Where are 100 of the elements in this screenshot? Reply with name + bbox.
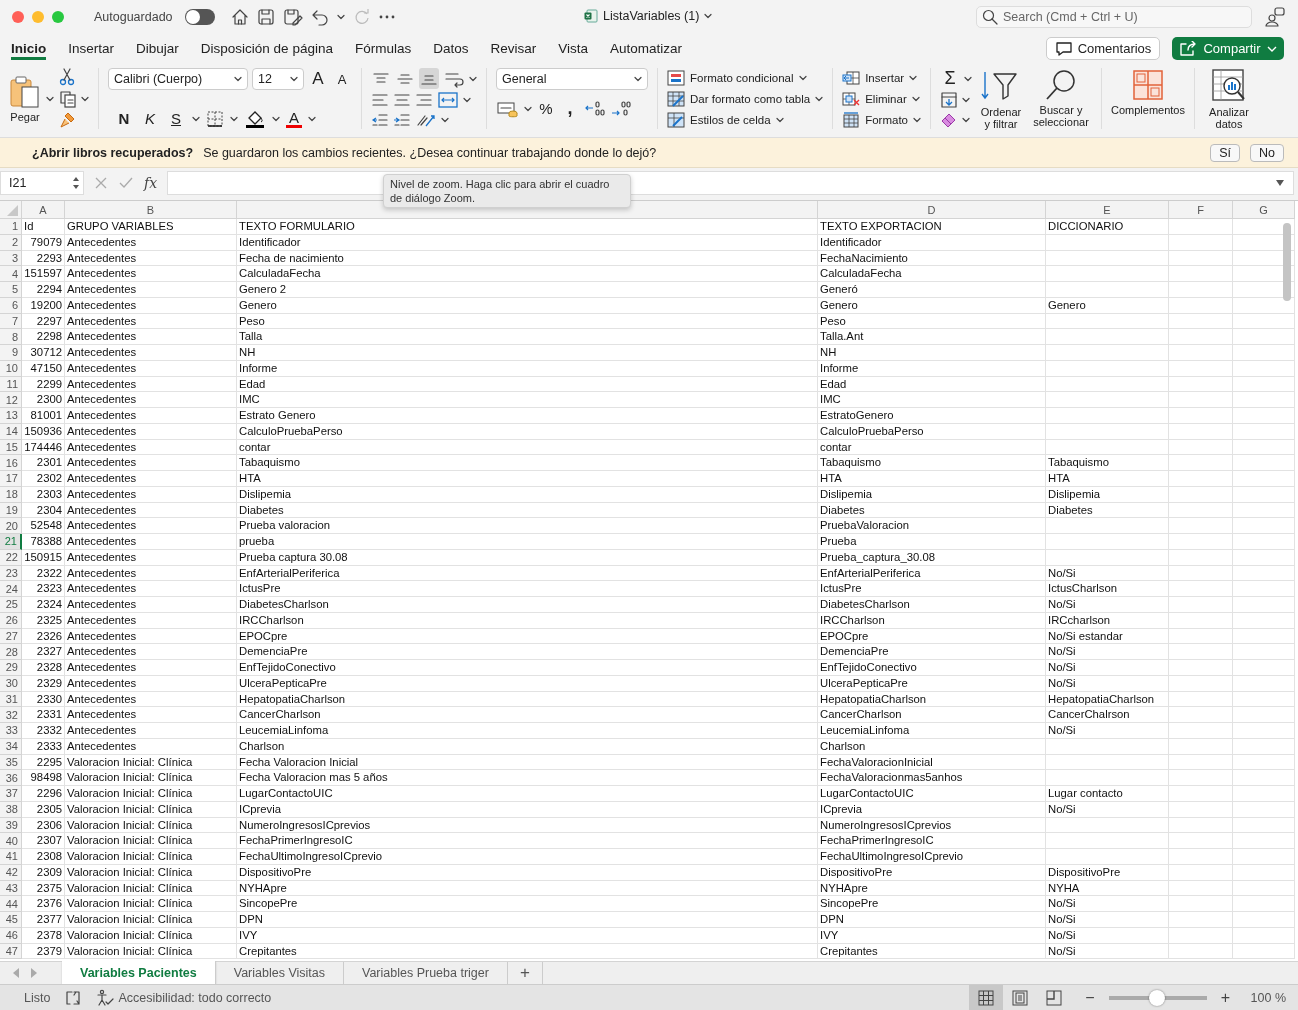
table-cell: ICprevia [818,801,1046,818]
table-cell: FechaPrimerIngresoIC [237,833,818,849]
row-header[interactable]: 21 [0,534,22,550]
row-header[interactable]: 32 [0,707,22,723]
ribbon-tab[interactable]: Datos [433,34,469,60]
font-name-dropdown[interactable]: Calibri (Cuerpo) [108,68,248,90]
row-header[interactable]: 17 [0,471,22,487]
row-header[interactable]: 44 [0,896,22,912]
ribbon-tab[interactable]: Revisar [490,34,537,60]
row-header[interactable]: 20 [0,518,22,534]
sheet-tab[interactable]: Variables Pacientes [62,961,216,984]
zoom-out-button[interactable]: − [1085,989,1095,1007]
cells-menu-button[interactable]: Formato [865,113,908,126]
table-cell: IVY [818,927,1046,944]
empty-cell [1169,817,1233,834]
cells-menu-button[interactable]: Insertar [865,71,905,84]
row-header[interactable]: 25 [0,597,22,613]
zoom-button[interactable] [52,11,64,23]
ribbon-tab[interactable]: Fórmulas [354,34,412,60]
row-header[interactable]: 24 [0,581,22,597]
column-header[interactable]: E [1046,201,1169,219]
name-box[interactable]: I21 [0,171,84,195]
scroll-left-icon[interactable] [12,967,20,979]
ribbon-tab[interactable]: Dibujar [136,34,179,60]
ribbon-tab[interactable]: Automatizar [610,34,683,60]
empty-cell [1233,770,1295,786]
thousands-button[interactable]: , [560,98,580,119]
add-ins-button[interactable]: Complementos [1111,68,1185,129]
grid-view-button[interactable] [969,985,1004,1010]
grow-font-button[interactable]: A [308,68,328,90]
table-cell: EnfTejidoConectivo [237,660,818,676]
row-header[interactable]: 28 [0,644,22,660]
row-header[interactable]: 29 [0,660,22,676]
font-size-dropdown[interactable]: 12 [252,68,304,90]
percent-button[interactable]: % [536,98,556,119]
row-header[interactable]: 41 [0,849,22,865]
row-header[interactable]: 45 [0,912,22,928]
zoom-level[interactable]: 100 % [1244,991,1298,1005]
bold-button[interactable]: N [114,108,134,129]
row-header[interactable]: 37 [0,786,22,802]
empty-cell [1169,612,1233,629]
ribbon-tab[interactable]: Disposición de página [200,34,333,60]
table-cell: 19200 [22,297,65,314]
empty-cell [1233,786,1295,802]
font-color-button[interactable]: A [286,109,302,128]
status-text: Listo [24,991,51,1005]
recovery-button[interactable]: Sí [1210,143,1240,162]
find-select-button[interactable]: Buscar y seleccionar [1030,68,1092,129]
comments-button[interactable]: Comentarios [1046,37,1160,60]
minimize-button[interactable] [32,11,44,23]
styles-menu-button[interactable]: Dar formato como tabla [690,92,811,105]
column-header[interactable]: G [1233,201,1295,219]
column-header[interactable]: B [65,201,237,219]
row-header[interactable]: 4 [0,266,22,282]
column-header[interactable]: D [818,201,1046,219]
zoom-in-button[interactable]: + [1220,989,1230,1007]
styles-menu-button[interactable]: Formato condicional [690,71,794,84]
row-header[interactable]: 1 [0,219,22,235]
row-header[interactable]: 8 [0,329,22,345]
scrollbar-thumb[interactable] [1283,223,1291,301]
row-header[interactable]: 33 [0,723,22,739]
caret-icon [909,73,918,82]
number-format-dropdown[interactable]: General [496,68,648,90]
column-header[interactable]: A [22,201,65,219]
accessibility-status[interactable]: Accesibilidad: todo correcto [118,991,272,1005]
recovery-button[interactable]: No [1250,143,1284,162]
autosum-button[interactable]: Σ [940,68,960,89]
underline-button[interactable]: S [166,108,186,129]
row-header[interactable]: 16 [0,455,22,471]
slider-thumb[interactable] [1148,990,1165,1006]
align-bottom-button[interactable] [419,68,439,89]
close-button[interactable] [12,11,24,23]
caret-icon [1266,44,1277,53]
search-field[interactable]: Search (Cmd + Ctrl + U) [976,6,1252,28]
table-cell: DPN [818,912,1046,928]
people-icon[interactable] [1264,7,1286,27]
paste-button[interactable]: Pegar [8,74,42,123]
column-header[interactable]: F [1169,201,1233,219]
autosave-toggle[interactable] [184,9,215,25]
shrink-font-button[interactable]: A [332,68,352,90]
ribbon-tab[interactable]: Insertar [68,34,115,60]
select-all-button[interactable] [0,201,22,219]
row-header[interactable]: 13 [0,408,22,424]
table-cell: PruebaValoracion [818,518,1046,534]
row-header[interactable]: 40 [0,833,22,849]
function-button[interactable]: fx [144,175,158,191]
row-header[interactable]: 36 [0,770,22,786]
share-button[interactable]: Compartir [1172,37,1284,60]
ribbon-tab[interactable]: Inicio [11,34,47,60]
row-header[interactable]: 9 [0,345,22,361]
scroll-right-icon[interactable] [30,967,38,979]
row-header[interactable]: 12 [0,392,22,408]
ribbon-tab[interactable]: Vista [558,34,588,60]
sort-filter-button[interactable]: Ordenar y filtrar [977,68,1025,129]
analyze-data-button[interactable]: Analizar datos [1204,68,1254,129]
italic-button[interactable]: K [140,108,160,129]
empty-cell [1169,691,1233,708]
styles-menu-button[interactable]: Estilos de celda [690,113,771,126]
row-header[interactable]: 5 [0,282,22,298]
cells-menu-button[interactable]: Eliminar [865,92,907,105]
